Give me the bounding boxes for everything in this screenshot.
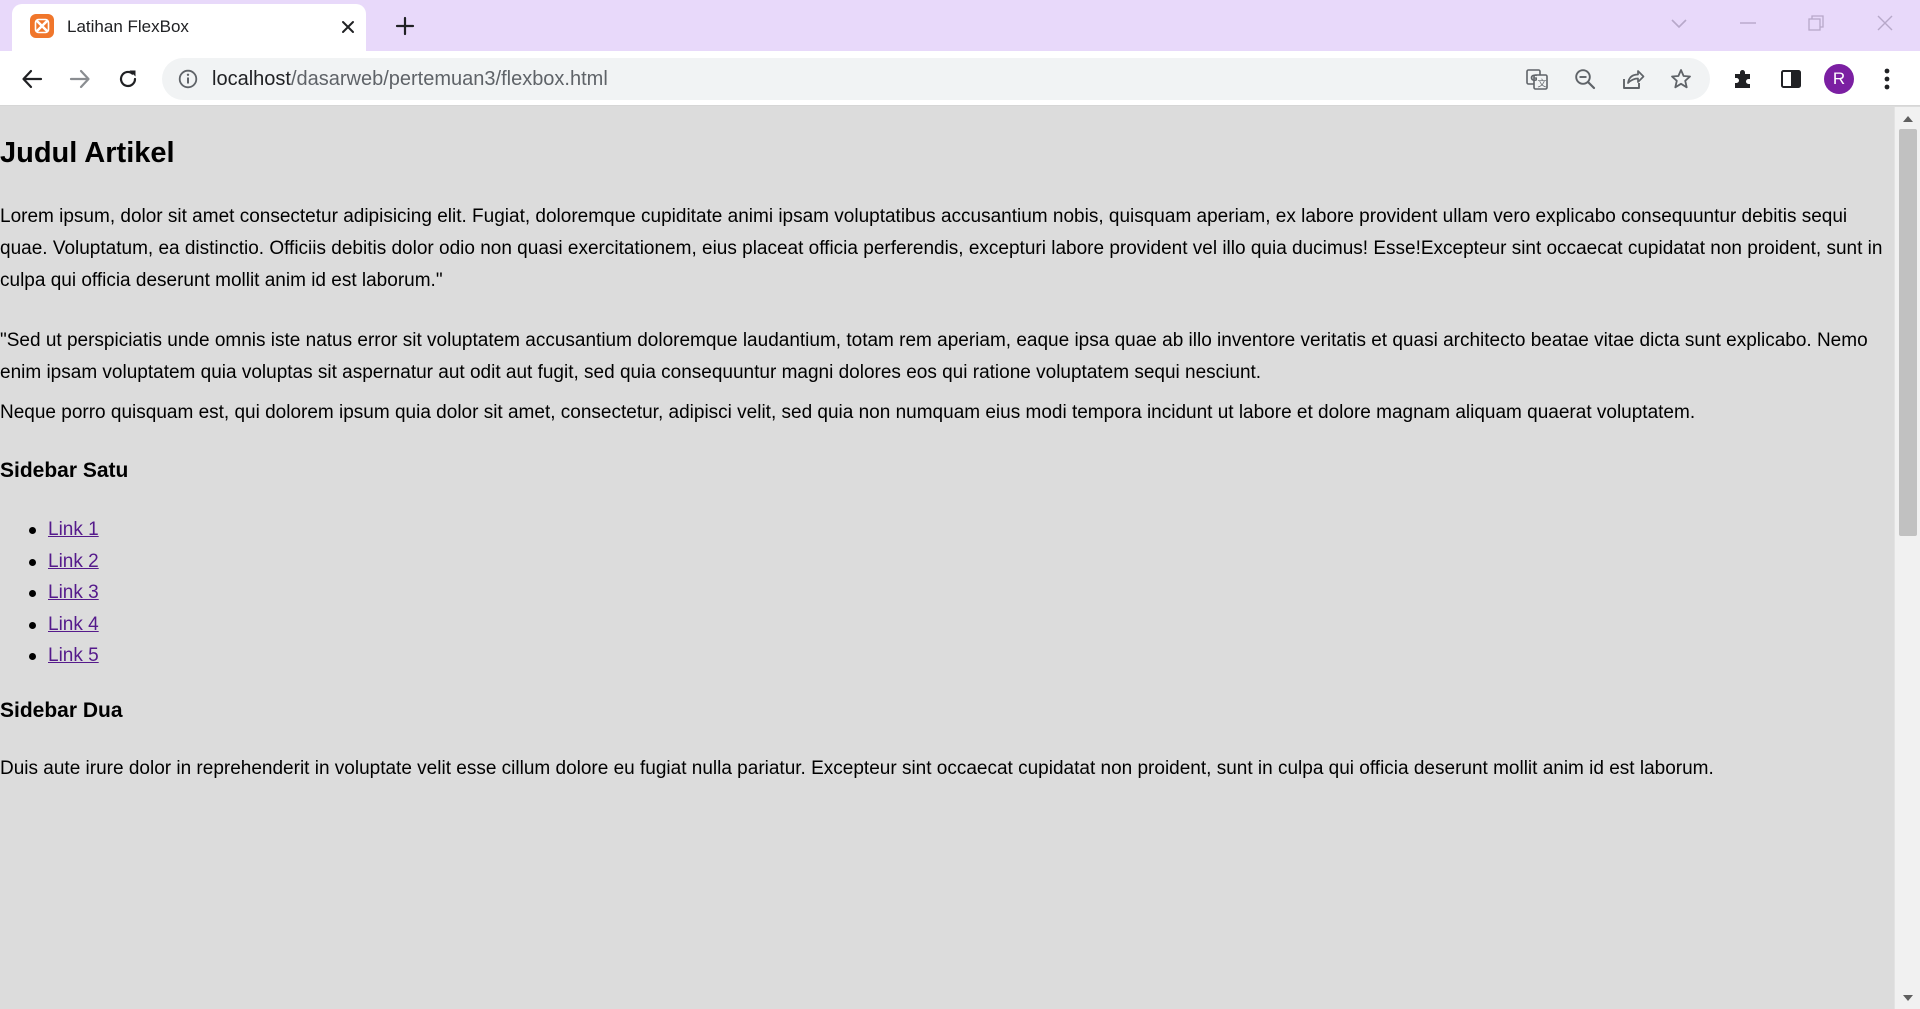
side-panel-button[interactable] [1775,63,1807,95]
tab-search-button[interactable] [1659,8,1699,38]
list-item: Link 3 [0,577,99,609]
new-tab-button[interactable] [390,11,420,41]
zoom-out-icon[interactable] [1570,64,1600,94]
share-icon[interactable] [1618,64,1648,94]
restore-icon [1808,15,1824,31]
article-paragraph-1: Lorem ipsum, dolor sit amet consectetur … [0,206,1883,291]
close-window-icon [1877,15,1893,31]
link-5[interactable]: Link 5 [48,645,99,666]
tab-strip: Latihan FlexBox [0,0,1920,51]
tab-title: Latihan FlexBox [67,17,189,36]
browser-tab[interactable]: Latihan FlexBox [12,4,366,51]
puzzle-icon [1735,70,1750,88]
chevron-down-icon [1671,19,1687,29]
page-title: Judul Artikel [0,137,175,169]
restore-button[interactable] [1796,8,1836,38]
list-item: Link 4 [0,609,99,641]
close-icon[interactable] [336,15,360,39]
url-text[interactable]: localhost/dasarweb/pertemuan3/flexbox.ht… [212,68,608,91]
sidebar-one-title: Sidebar Satu [0,459,129,482]
extensions-button[interactable] [1727,63,1759,95]
svg-text:G: G [1530,74,1537,84]
browser-toolbar: localhost/dasarweb/pertemuan3/flexbox.ht… [0,51,1920,106]
bullet [29,527,36,534]
browser-menu-button[interactable] [1871,63,1903,95]
address-bar[interactable]: localhost/dasarweb/pertemuan3/flexbox.ht… [162,58,1710,100]
arrow-right-icon [69,69,90,89]
profile-button[interactable]: R [1823,63,1855,95]
star-icon[interactable] [1666,64,1696,94]
minimize-icon [1740,22,1756,24]
link-4[interactable]: Link 4 [48,614,99,635]
kebab-menu-icon [1884,68,1890,90]
reload-icon [119,70,137,88]
bullet [29,621,36,629]
minimize-button[interactable] [1728,8,1768,38]
list-item: Link 1 [0,514,99,546]
link-1[interactable]: Link 1 [48,519,99,540]
avatar: R [1824,64,1854,94]
scroll-up-icon[interactable] [1901,111,1915,125]
bullet [29,558,36,566]
page-viewport: Judul Artikel Lorem ipsum, dolor sit ame… [0,107,1894,1009]
link-3[interactable]: Link 3 [48,582,99,603]
bullet [29,653,36,660]
close-window-button[interactable] [1865,8,1905,38]
url-path: /dasarweb/pertemuan3/flexbox.html [290,68,608,90]
xampp-icon [30,14,54,38]
article-paragraph-3: Neque porro quisquam est, qui dolorem ip… [0,402,1696,423]
plus-icon [395,16,415,36]
list-item: Link 2 [0,546,99,578]
translate-icon[interactable]: G 文 [1522,64,1552,94]
list-item: Link 5 [0,640,99,672]
sidebar-two-text: Duis aute irure dolor in reprehenderit i… [0,758,1714,779]
article-paragraph-2: "Sed ut perspiciatis unde omnis iste nat… [0,330,1868,383]
scrollbar-thumb[interactable] [1899,129,1917,536]
sidebar-two-title: Sidebar Dua [0,699,123,722]
forward-button[interactable] [63,62,97,96]
back-button[interactable] [15,62,49,96]
bullet [29,590,36,597]
vertical-scrollbar[interactable] [1894,107,1920,1009]
info-icon[interactable] [178,69,198,89]
arrow-left-icon [22,69,43,89]
reload-button[interactable] [111,62,145,96]
sidebar-one-links: Link 1 Link 2 Link 3 Link 4 Link 5 [0,514,99,672]
svg-text:文: 文 [1538,78,1547,90]
side-panel-icon [1781,70,1801,88]
scroll-down-icon[interactable] [1901,991,1915,1005]
link-2[interactable]: Link 2 [48,551,99,572]
url-host: localhost [212,68,291,90]
